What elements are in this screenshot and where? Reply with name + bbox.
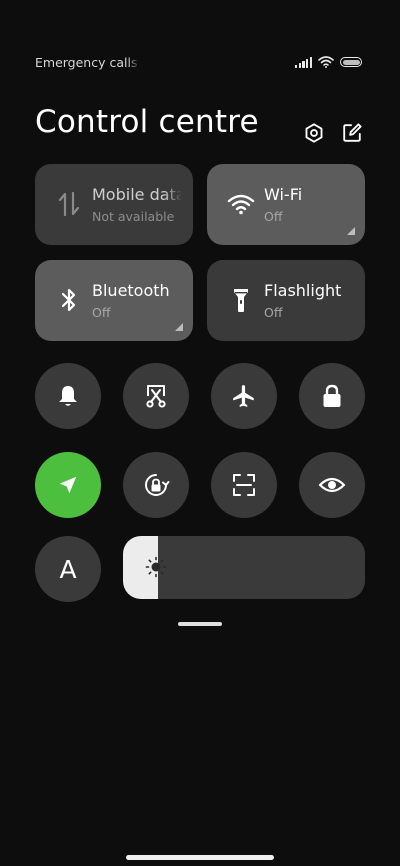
scan-icon: [233, 474, 255, 496]
bell-icon: [59, 386, 77, 406]
brightness-slider[interactable]: [123, 536, 365, 599]
signal-icon: [295, 56, 312, 68]
brightness-icon: [145, 556, 167, 578]
home-indicator[interactable]: [126, 855, 274, 860]
carrier-status-text: Emergency calls only: [35, 55, 140, 70]
airplane-mode-toggle[interactable]: [211, 363, 277, 429]
wifi-expand-corner-icon[interactable]: [347, 227, 355, 235]
location-icon: [59, 476, 77, 494]
bluetooth-expand-corner-icon[interactable]: [175, 323, 183, 331]
wifi-tile[interactable]: Wi-Fi Off: [207, 164, 365, 245]
screenshot-toggle[interactable]: [123, 363, 189, 429]
page-title: Control centre: [35, 104, 259, 140]
mobile-data-tile[interactable]: Mobile data Not available: [35, 164, 193, 245]
flashlight-tile[interactable]: Flashlight Off: [207, 260, 365, 341]
wifi-status: Off: [264, 209, 283, 224]
bluetooth-label: Bluetooth: [92, 281, 170, 300]
mobile-data-label: Mobile data: [92, 185, 182, 204]
eye-icon: [318, 477, 346, 493]
airplane-icon: [233, 385, 254, 407]
rotation-lock-icon: [145, 474, 170, 496]
status-icons: [295, 56, 362, 68]
settings-icon: [305, 123, 323, 143]
bluetooth-status: Off: [92, 305, 111, 320]
mobile-data-icon: [55, 190, 83, 218]
wifi-label: Wi-Fi: [264, 185, 303, 204]
edit-icon: [343, 123, 362, 142]
edit-button[interactable]: [339, 120, 365, 146]
mobile-data-status: Not available: [92, 209, 175, 224]
wifi-icon: [227, 190, 255, 218]
flashlight-icon: [227, 286, 255, 314]
rotation-lock-toggle[interactable]: [123, 452, 189, 518]
sound-toggle[interactable]: [35, 363, 101, 429]
bluetooth-icon: [55, 286, 83, 314]
reading-mode-toggle[interactable]: [299, 452, 365, 518]
wifi-icon: [318, 56, 334, 68]
location-toggle[interactable]: [35, 452, 101, 518]
bluetooth-tile[interactable]: Bluetooth Off: [35, 260, 193, 341]
screenshot-icon: [146, 385, 166, 408]
settings-button[interactable]: [301, 120, 327, 146]
battery-icon: [340, 57, 362, 67]
auto-brightness-toggle[interactable]: A: [35, 536, 101, 602]
flashlight-label: Flashlight: [264, 281, 342, 300]
scanner-toggle[interactable]: [211, 452, 277, 518]
auto-brightness-icon: A: [59, 554, 77, 584]
flashlight-status: Off: [264, 305, 283, 320]
drag-handle[interactable]: [178, 622, 222, 626]
status-bar: Emergency calls only: [0, 52, 400, 74]
lock-icon: [323, 384, 341, 407]
lock-screen-toggle[interactable]: [299, 363, 365, 429]
